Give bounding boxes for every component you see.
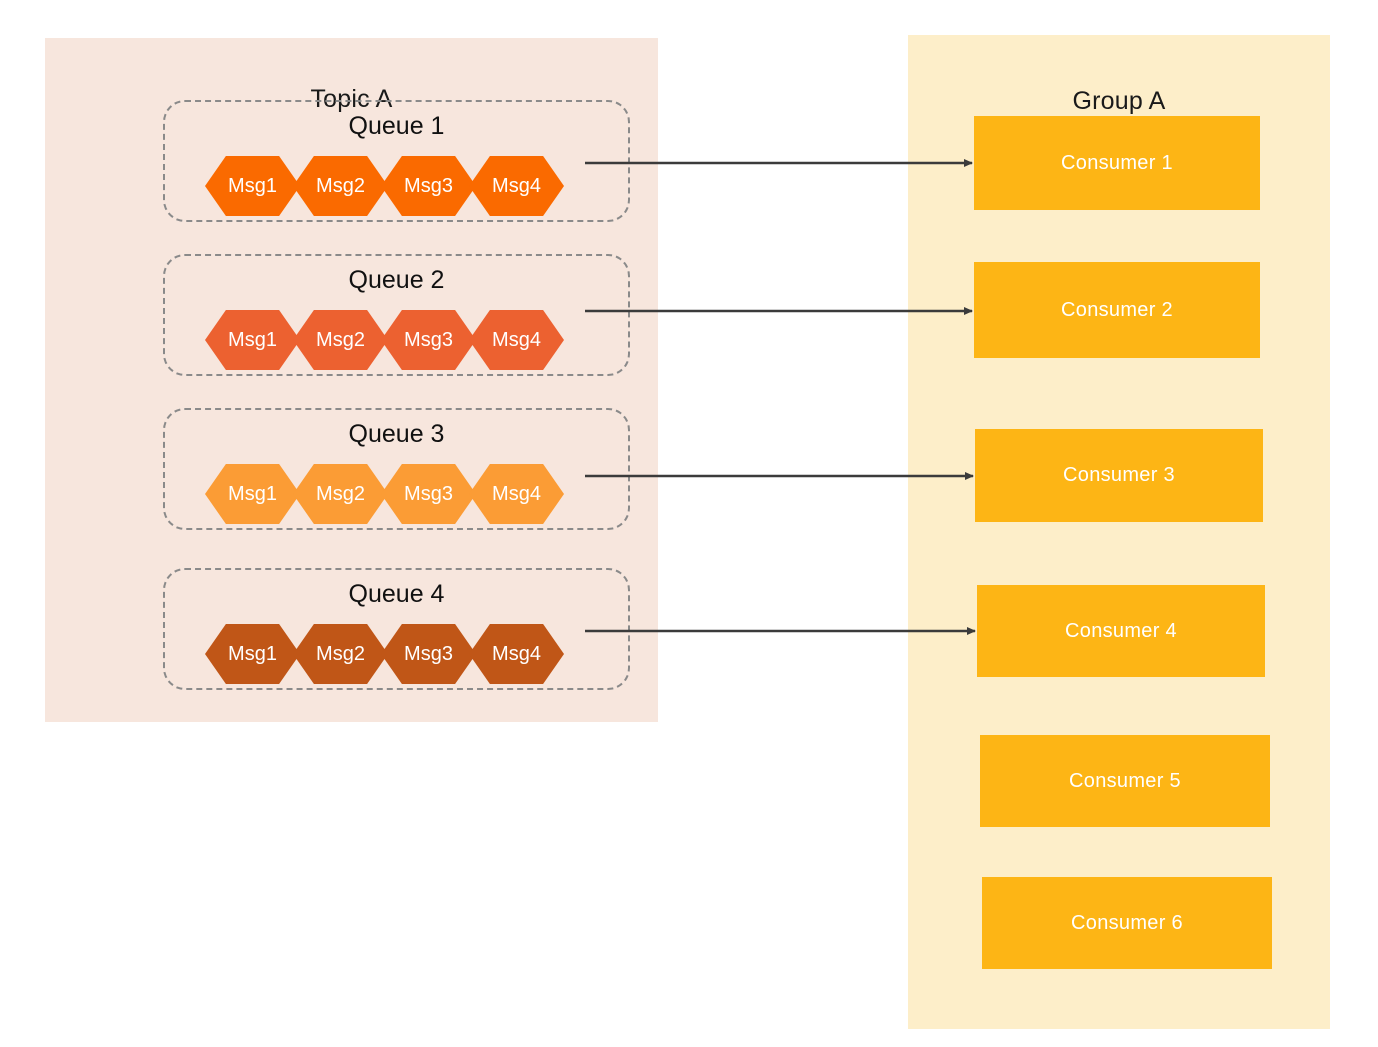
topic-panel: Topic A Queue 1 Msg1 Msg2 Msg3 Msg4 Queu…: [45, 38, 658, 722]
queue-title-3: Queue 3: [348, 420, 445, 448]
consumer-box-2[interactable]: Consumer 2: [974, 262, 1260, 358]
group-title: Group A: [1072, 87, 1166, 115]
message-hexagon[interactable]: Msg4: [469, 624, 564, 684]
message-hexagon[interactable]: Msg2: [293, 310, 388, 370]
message-hexagon[interactable]: Msg3: [381, 156, 476, 216]
queue-box-4[interactable]: Queue 4 Msg1 Msg2 Msg3 Msg4: [163, 568, 630, 690]
message-row-4: Msg1 Msg2 Msg3 Msg4: [205, 624, 564, 684]
message-hexagon[interactable]: Msg1: [205, 310, 300, 370]
queue-title-1: Queue 1: [348, 112, 445, 140]
message-hexagon[interactable]: Msg1: [205, 156, 300, 216]
queue-title-2: Queue 2: [348, 266, 445, 294]
message-hexagon[interactable]: Msg3: [381, 464, 476, 524]
queue-title-4: Queue 4: [348, 580, 445, 608]
queue-box-2[interactable]: Queue 2 Msg1 Msg2 Msg3 Msg4: [163, 254, 630, 376]
diagram-canvas: Topic A Queue 1 Msg1 Msg2 Msg3 Msg4 Queu…: [0, 0, 1378, 1047]
message-row-1: Msg1 Msg2 Msg3 Msg4: [205, 156, 564, 216]
consumer-box-3[interactable]: Consumer 3: [975, 429, 1263, 522]
queue-box-1[interactable]: Queue 1 Msg1 Msg2 Msg3 Msg4: [163, 100, 630, 222]
consumer-box-1[interactable]: Consumer 1: [974, 116, 1260, 210]
message-hexagon[interactable]: Msg2: [293, 624, 388, 684]
message-hexagon[interactable]: Msg4: [469, 310, 564, 370]
message-hexagon[interactable]: Msg2: [293, 464, 388, 524]
message-row-2: Msg1 Msg2 Msg3 Msg4: [205, 310, 564, 370]
message-hexagon[interactable]: Msg3: [381, 624, 476, 684]
message-hexagon[interactable]: Msg4: [469, 464, 564, 524]
consumer-box-6[interactable]: Consumer 6: [982, 877, 1272, 969]
message-hexagon[interactable]: Msg3: [381, 310, 476, 370]
queue-box-3[interactable]: Queue 3 Msg1 Msg2 Msg3 Msg4: [163, 408, 630, 530]
consumer-box-4[interactable]: Consumer 4: [977, 585, 1265, 677]
message-hexagon[interactable]: Msg1: [205, 624, 300, 684]
consumer-box-5[interactable]: Consumer 5: [980, 735, 1270, 827]
message-hexagon[interactable]: Msg2: [293, 156, 388, 216]
message-hexagon[interactable]: Msg4: [469, 156, 564, 216]
message-row-3: Msg1 Msg2 Msg3 Msg4: [205, 464, 564, 524]
message-hexagon[interactable]: Msg1: [205, 464, 300, 524]
